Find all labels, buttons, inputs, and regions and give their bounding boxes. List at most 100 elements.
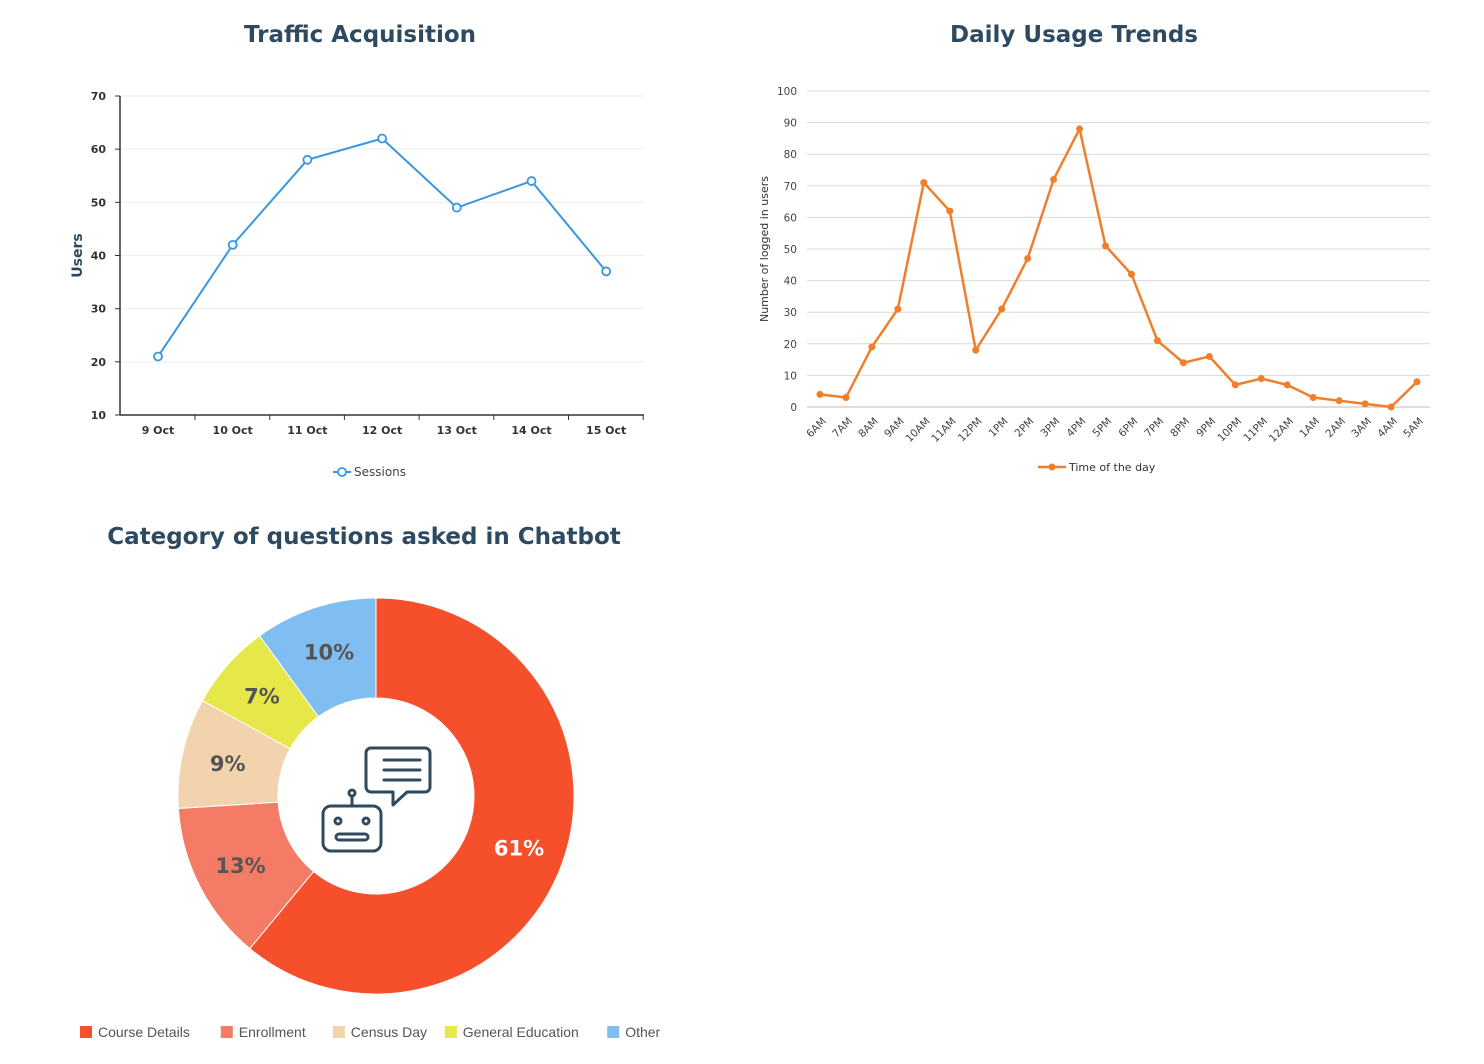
y-tick-label: 70 [784,181,797,193]
data-point [1153,337,1161,345]
data-point [1179,359,1187,367]
data-point [526,176,537,186]
x-tick-label: 9 Oct [142,424,175,437]
data-point [842,394,850,402]
slice-label: 9% [210,752,246,776]
robot-eye [361,816,371,826]
y-tick-label: 40 [91,250,107,263]
legend-marker [1048,463,1056,471]
data-point [153,351,163,362]
data-point [451,202,462,213]
data-point [601,266,612,277]
x-tick-label: 12 Oct [362,424,402,437]
slice-label: 10% [304,640,354,664]
series-line-sessions [157,137,607,358]
data-point [1309,394,1317,402]
x-tick-label: 3AM [1349,415,1374,440]
legend-label: Census Day [351,1024,427,1040]
legend-marker [337,467,347,477]
legend-swatch [220,1026,233,1038]
x-tick-label: 11AM [929,415,958,444]
x-tick-label: 3PM [1038,415,1062,439]
x-tick-label: 4AM [1375,415,1400,440]
y-tick-label: 60 [91,143,107,156]
y-tick-label: 40 [784,276,797,288]
x-tick-label: 13 Oct [437,424,477,437]
data-point [1361,400,1369,408]
legend-label: Time of the day [1068,461,1156,474]
x-tick-label: 5PM [1090,415,1114,439]
data-point [946,207,954,215]
y-tick-label: 0 [790,402,797,414]
y-axis-label: Users [70,233,86,277]
series-line-time-of-day [819,127,1418,409]
data-point [302,154,313,165]
data-point [1024,254,1032,262]
data-point [1387,403,1395,411]
legend-swatch [607,1026,620,1038]
x-tick-label: 2AM [1323,415,1348,440]
chatbot-categories-plot: 61% 13% 9% 7% 10% Course Details Enrollment Cen… [80,597,661,1040]
slice-label: 13% [215,854,265,878]
data-point [1413,378,1421,386]
data-point [1205,352,1213,360]
x-tick-label: 11PM [1241,415,1270,444]
y-tick-label: 20 [91,356,107,369]
y-tick-label: 50 [784,244,797,256]
x-tick-label: 11 Oct [287,424,327,437]
y-tick-label: 30 [91,303,107,316]
legend-label: Enrollment [239,1024,306,1040]
robot-antenna-tip [347,788,357,798]
robot-eye [333,816,343,826]
speech-bubble-icon [364,746,432,807]
daily-usage-trends-chart: Daily Usage Trends 0 10 20 30 40 50 60 70 80 90 10… [750,18,1450,498]
y-axis-label: Number of logged in users [758,176,771,322]
data-point [1257,375,1265,383]
y-tick-label: 80 [784,149,797,161]
daily-usage-trends-plot: 01020304050607080901006AM 7AM 8AM 9AM10AM11… [758,86,1430,474]
x-tick-label: 8PM [1168,415,1192,439]
data-point [998,305,1006,313]
robot-mouth [334,832,370,842]
data-point [227,239,238,250]
data-point [920,179,928,187]
slice-label: 7% [244,684,280,708]
traffic-acquisition-chart: Traffic Acquisition 10 20 30 40 50 60 70 9 Oct 1… [60,18,660,498]
x-tick-label: 5AM [1401,415,1426,440]
y-tick-label: 100 [777,86,797,98]
x-tick-label: 15 Oct [586,424,626,437]
data-point [1231,381,1239,389]
data-point [868,343,876,351]
slice-label: 61% [494,836,544,860]
legend-label: Course Details [98,1024,190,1040]
data-point [894,305,902,313]
data-point [1076,125,1084,133]
data-point [972,346,980,354]
x-tick-label: 6AM [804,415,829,440]
x-tick-label: 4PM [1064,415,1088,439]
data-point [1283,381,1291,389]
y-tick-label: 10 [784,370,797,382]
x-tick-label: 12PM [956,415,985,444]
y-tick-label: 10 [91,409,107,422]
x-tick-label: 1PM [987,415,1011,439]
y-tick-label: 30 [784,307,797,319]
legend-swatch [444,1026,457,1038]
legend-label: Other [625,1024,660,1040]
y-tick-label: 60 [784,212,797,224]
y-tick-label: 90 [784,118,797,130]
x-tick-label: 7AM [830,415,855,440]
x-tick-label: 6PM [1116,415,1140,439]
y-tick-label: 70 [91,90,107,103]
x-tick-label: 8AM [856,415,881,440]
y-tick-label: 50 [91,196,107,209]
data-point [1050,175,1058,183]
robot-head-icon [321,804,383,853]
data-point [1102,242,1110,250]
x-tick-label: 14 Oct [511,424,551,437]
x-tick-label: 12AM [1267,415,1296,444]
x-tick-label: 7PM [1142,415,1166,439]
legend-swatch [332,1026,345,1038]
data-point [1335,397,1343,405]
traffic-acquisition-plot: 10 20 30 40 50 60 70 9 Oct 10 Oct 11 Oct 12 Oct 13 … [70,90,644,479]
